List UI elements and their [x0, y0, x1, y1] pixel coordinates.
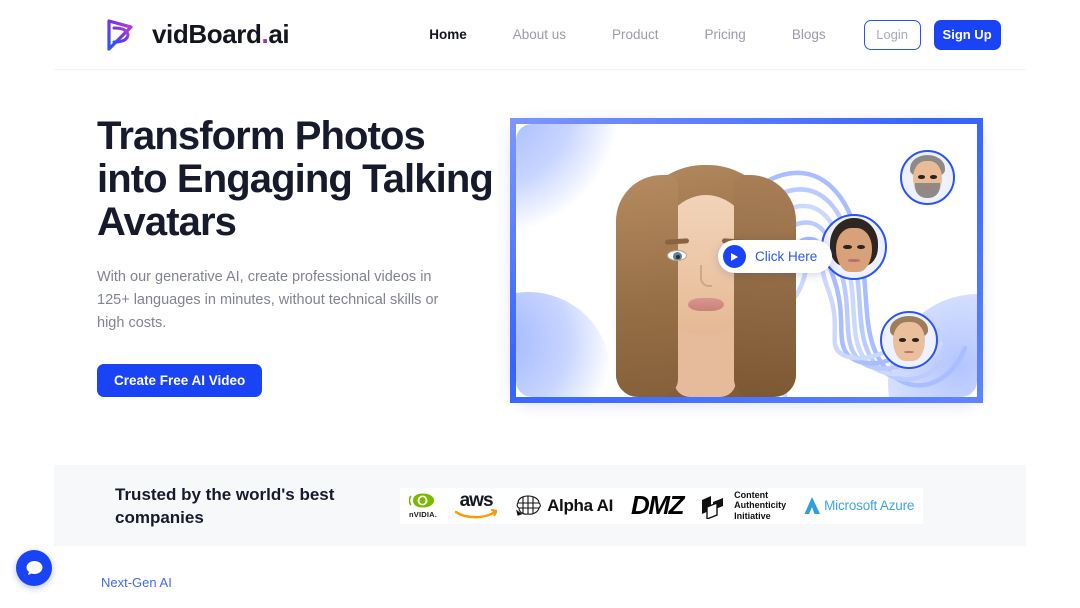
alpha-ai-logo-label: Alpha AI [547, 495, 613, 515]
nvidia-eye-icon [409, 493, 435, 508]
decor-blob-bottom-left [516, 292, 611, 397]
decor-blob-top-left [516, 124, 618, 232]
brand-logo[interactable]: vidBoard.ai [101, 15, 290, 55]
portrait-hair-right [734, 175, 796, 397]
cai-mark-icon [702, 495, 724, 519]
hero-video-player[interactable]: Click Here [510, 118, 983, 403]
click-here-label: Click Here [755, 249, 818, 264]
brand-name-main: vidBoard [152, 19, 262, 49]
brand-suffix: ai [268, 19, 290, 49]
portrait-hair-left [616, 175, 678, 397]
play-icon [723, 245, 746, 268]
hero-section: Transform Photos into Engaging Talking A… [54, 70, 1026, 465]
nav-item-pricing[interactable]: Pricing [682, 27, 769, 42]
aws-logo: aws [446, 487, 507, 524]
trusted-by-section: Trusted by the world's best companies nV… [54, 465, 1026, 546]
avatar-young-man[interactable] [880, 311, 938, 369]
signup-button[interactable]: Sign Up [933, 19, 1001, 50]
next-gen-ai-link[interactable]: Next-Gen AI [101, 575, 172, 590]
aws-swoosh-icon [455, 509, 498, 519]
portrait-eye-left [667, 250, 687, 261]
aws-logo-label: aws [459, 490, 494, 511]
dmz-logo: DMZ [622, 487, 693, 524]
brand-name: vidBoard.ai [152, 19, 290, 50]
hero-video-canvas: Click Here [516, 124, 977, 397]
nav-item-about-us[interactable]: About us [490, 27, 589, 42]
chat-widget-button[interactable] [16, 550, 52, 586]
avatar-woman[interactable] [821, 214, 887, 280]
landing-page: vidBoard.ai Home About us Product Pricin… [0, 0, 1080, 608]
login-button[interactable]: Login [863, 19, 921, 50]
nav-item-blogs[interactable]: Blogs [769, 27, 849, 42]
trusted-by-title: Trusted by the world's best companies [115, 484, 335, 527]
content-authenticity-initiative-logo: Content Authenticity Initiative [692, 487, 796, 524]
brain-icon [516, 495, 541, 516]
hero-copy: Transform Photos into Engaging Talking A… [97, 115, 497, 397]
click-here-button[interactable]: Click Here [718, 240, 833, 273]
site-header: vidBoard.ai Home About us Product Pricin… [54, 0, 1026, 70]
main-navigation: Home About us Product Pricing Blogs Logi… [406, 19, 1001, 50]
nvidia-logo-label: nVIDIA. [409, 510, 438, 519]
portrait-nose [700, 265, 712, 287]
portrait-lips [688, 298, 724, 311]
cai-line-2: Authenticity [734, 500, 787, 511]
chat-bubble-icon [26, 560, 42, 575]
cai-line-3: Initiative [734, 510, 771, 521]
avatar-older-man[interactable] [900, 150, 955, 205]
microsoft-azure-logo: Microsoft Azure [795, 487, 924, 524]
hero-title: Transform Photos into Engaging Talking A… [97, 114, 494, 244]
cai-logo-label: Content Authenticity Initiative [734, 490, 786, 522]
main-avatar-portrait [608, 165, 804, 397]
azure-logo-label: Microsoft Azure [824, 498, 915, 513]
azure-a-icon [804, 497, 821, 514]
nav-item-product[interactable]: Product [589, 27, 682, 42]
play-logo-icon [107, 18, 133, 51]
hero-subtitle: With our generative AI, create professio… [97, 269, 439, 331]
cai-line-1: Content [734, 489, 769, 500]
dmz-logo-label: DMZ [631, 490, 685, 520]
nvidia-logo: nVIDIA. [400, 487, 447, 524]
alpha-ai-logo: Alpha AI [506, 487, 622, 524]
partner-logo-row: nVIDIA. aws Alpha AI DMZ Content Authent… [400, 487, 924, 524]
nav-item-home[interactable]: Home [406, 27, 490, 42]
create-free-ai-video-button[interactable]: Create Free AI Video [97, 364, 263, 397]
